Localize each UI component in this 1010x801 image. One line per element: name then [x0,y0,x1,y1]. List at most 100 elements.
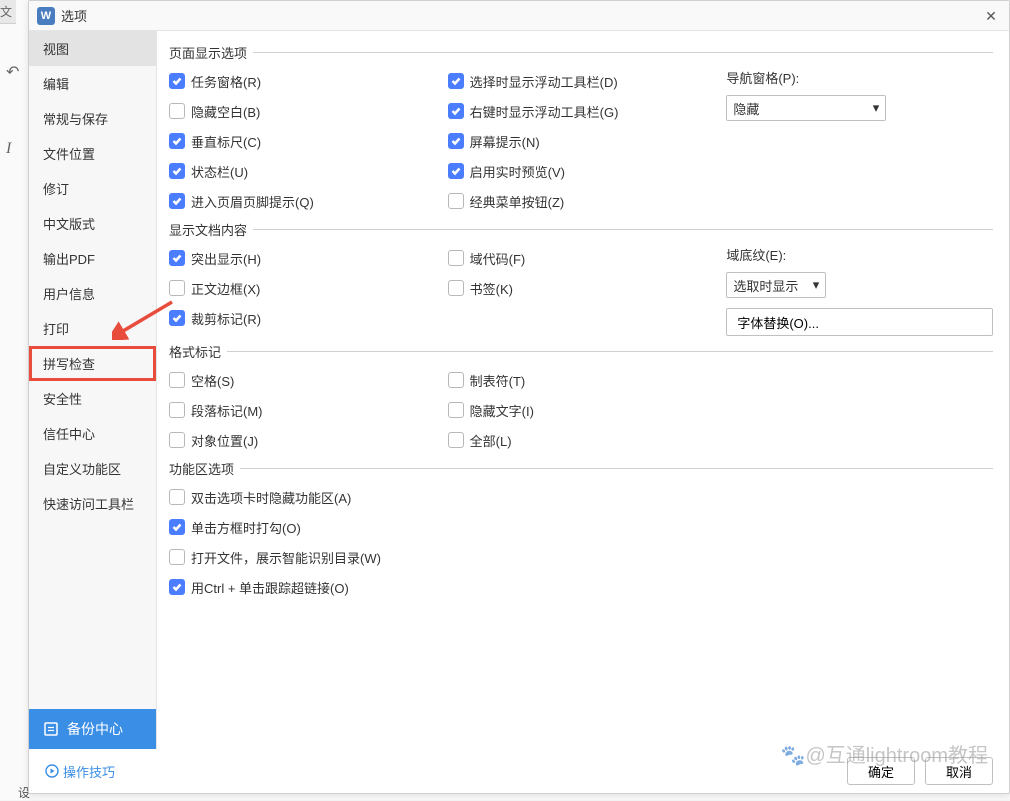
checkbox[interactable] [448,372,464,388]
checkbox[interactable] [169,280,185,296]
page-opt-b2[interactable]: 屏幕提示(N) [448,128,715,154]
undo-icon[interactable]: ↶ [6,62,28,82]
option-label: 裁剪标记(R) [191,309,261,328]
checkbox[interactable] [169,402,185,418]
option-label: 进入页眉页脚提示(Q) [191,192,314,211]
nav-pane-select[interactable]: 隐藏 ▾ [726,95,886,121]
doc-opt-a2[interactable]: 裁剪标记(R) [169,305,436,331]
option-label: 启用实时预览(V) [470,162,565,181]
fmt-opt-a2[interactable]: 对象位置(J) [169,427,436,453]
option-label: 单击方框时打勾(O) [191,518,301,537]
checkbox[interactable] [448,193,464,209]
checkbox[interactable] [169,103,185,119]
fmt-opt-a1[interactable]: 段落标记(M) [169,397,436,423]
sidebar-item-5[interactable]: 中文版式 [29,206,156,241]
tips-link[interactable]: 操作技巧 [45,762,115,781]
checkbox[interactable] [448,73,464,89]
page-opt-a4[interactable]: 进入页眉页脚提示(Q) [169,188,436,214]
option-label: 段落标记(M) [191,401,263,420]
fmt-opt-a0[interactable]: 空格(S) [169,367,436,393]
cancel-button[interactable]: 取消 [925,757,993,785]
backup-center-label: 备份中心 [67,719,123,739]
option-label: 书签(K) [470,279,513,298]
sidebar-item-11[interactable]: 信任中心 [29,416,156,451]
checkbox[interactable] [448,432,464,448]
doc-opt-b1[interactable]: 书签(K) [448,275,715,301]
checkbox[interactable] [448,250,464,266]
checkbox[interactable] [169,310,185,326]
ribbon-opt-0[interactable]: 双击选项卡时隐藏功能区(A) [169,484,993,510]
sidebar-item-3[interactable]: 文件位置 [29,136,156,171]
option-label: 打开文件，展示智能识别目录(W) [191,548,381,567]
option-label: 任务窗格(R) [191,72,261,91]
close-button[interactable]: ✕ [981,6,1001,26]
checkbox[interactable] [169,549,185,565]
checkbox[interactable] [169,519,185,535]
checkbox[interactable] [169,372,185,388]
fmt-opt-b1[interactable]: 隐藏文字(I) [448,397,715,423]
sidebar-item-0[interactable]: 视图 [29,31,156,66]
option-label: 用Ctrl + 单击跟踪超链接(O) [191,578,349,597]
backup-center-button[interactable]: 备份中心 [29,709,156,749]
sidebar-item-7[interactable]: 用户信息 [29,276,156,311]
chevron-down-icon: ▾ [813,277,820,293]
option-label: 制表符(T) [470,371,526,390]
ribbon-opt-2[interactable]: 打开文件，展示智能识别目录(W) [169,544,993,570]
ribbon-opt-1[interactable]: 单击方框时打勾(O) [169,514,993,540]
italic-icon[interactable]: I [6,140,28,158]
option-label: 隐藏文字(I) [470,401,534,420]
checkbox[interactable] [169,250,185,266]
checkbox[interactable] [169,432,185,448]
page-opt-b4[interactable]: 经典菜单按钮(Z) [448,188,715,214]
section-format-marks: 格式标记 [169,342,993,361]
sidebar-item-6[interactable]: 输出PDF [29,241,156,276]
checkbox[interactable] [169,163,185,179]
option-label: 右键时显示浮动工具栏(G) [470,102,619,121]
sidebar-item-8[interactable]: 打印 [29,311,156,346]
app-icon: W [37,7,55,25]
backup-icon [43,721,59,737]
checkbox[interactable] [169,579,185,595]
page-opt-a2[interactable]: 垂直标尺(C) [169,128,436,154]
sidebar-item-4[interactable]: 修订 [29,171,156,206]
checkbox[interactable] [448,280,464,296]
fmt-opt-b0[interactable]: 制表符(T) [448,367,715,393]
sidebar-item-12[interactable]: 自定义功能区 [29,451,156,486]
checkbox[interactable] [448,163,464,179]
sidebar-item-10[interactable]: 安全性 [29,381,156,416]
doc-opt-a1[interactable]: 正文边框(X) [169,275,436,301]
section-doc-content: 显示文档内容 [169,220,993,239]
checkbox[interactable] [169,73,185,89]
checkbox[interactable] [448,402,464,418]
checkbox[interactable] [169,133,185,149]
page-opt-a1[interactable]: 隐藏空白(B) [169,98,436,124]
fmt-opt-b2[interactable]: 全部(L) [448,427,715,453]
sidebar-item-2[interactable]: 常规与保存 [29,101,156,136]
field-shading-select[interactable]: 选取时显示 ▾ [726,272,826,298]
page-opt-b3[interactable]: 启用实时预览(V) [448,158,715,184]
option-label: 正文边框(X) [191,279,260,298]
page-opt-b0[interactable]: 选择时显示浮动工具栏(D) [448,68,715,94]
option-label: 状态栏(U) [191,162,248,181]
sidebar-item-13[interactable]: 快速访问工具栏 [29,486,156,521]
font-substitute-button[interactable]: 字体替换(O)... [726,308,993,336]
sidebar-item-9[interactable]: 拼写检查 [29,346,156,381]
sidebar-item-1[interactable]: 编辑 [29,66,156,101]
dialog-title: 选项 [61,6,981,25]
checkbox[interactable] [448,133,464,149]
bg-toolbar: ↶ I [0,24,28,164]
sidebar: 视图编辑常规与保存文件位置修订中文版式输出PDF用户信息打印拼写检查安全性信任中… [29,31,157,749]
doc-opt-b0[interactable]: 域代码(F) [448,245,715,271]
page-opt-b1[interactable]: 右键时显示浮动工具栏(G) [448,98,715,124]
checkbox[interactable] [169,193,185,209]
page-opt-a3[interactable]: 状态栏(U) [169,158,436,184]
doc-opt-a0[interactable]: 突出显示(H) [169,245,436,271]
checkbox[interactable] [448,103,464,119]
document-tab[interactable]: 文稿1 [0,0,16,24]
page-opt-a0[interactable]: 任务窗格(R) [169,68,436,94]
checkbox[interactable] [169,489,185,505]
ok-button[interactable]: 确定 [847,757,915,785]
ribbon-opt-3[interactable]: 用Ctrl + 单击跟踪超链接(O) [169,574,993,600]
dialog-footer: 操作技巧 确定 取消 [29,749,1009,793]
option-label: 双击选项卡时隐藏功能区(A) [191,488,351,507]
